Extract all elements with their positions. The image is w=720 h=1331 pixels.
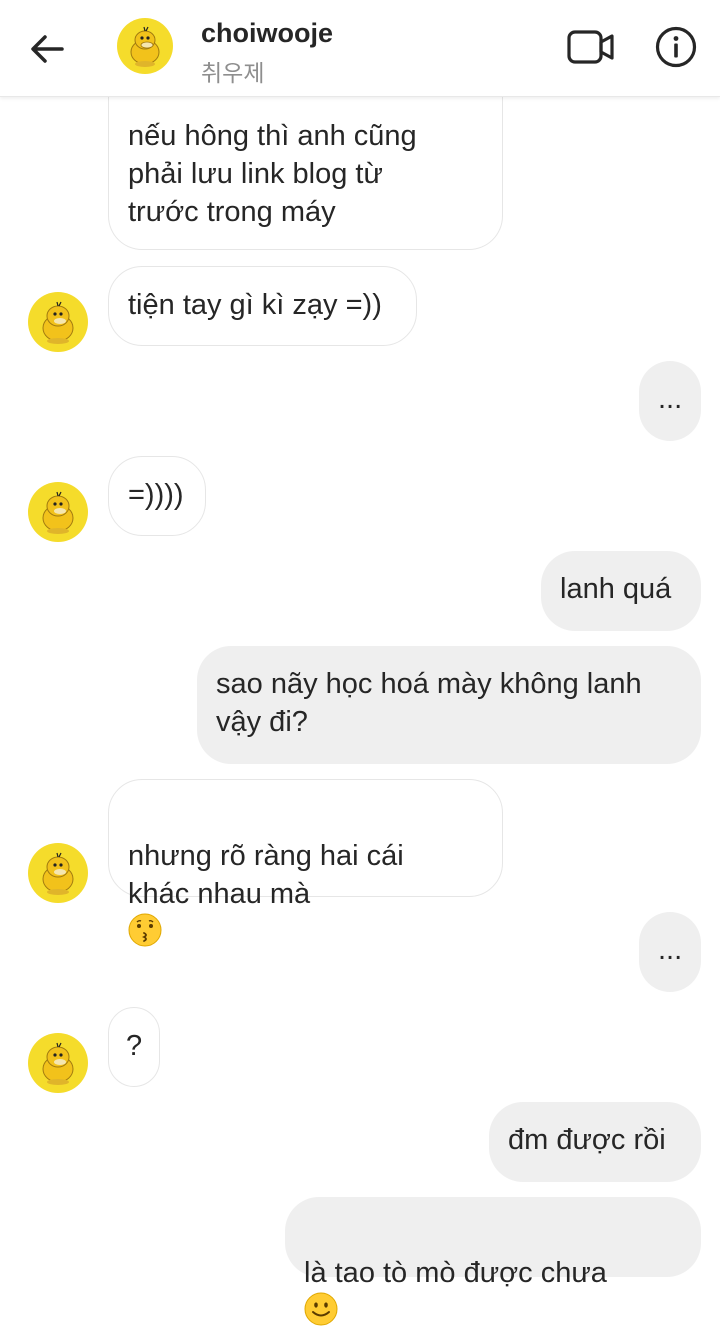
sender-avatar (28, 843, 88, 903)
message-bubble-sent[interactable]: đm được rồi (489, 1102, 701, 1182)
message-bubble-received[interactable]: nhưng rõ ràng hai cái khác nhau mà (108, 779, 503, 947)
video-camera-icon[interactable] (566, 28, 616, 68)
psyduck-avatar-image (130, 26, 160, 67)
contact-avatar[interactable] (117, 18, 173, 74)
message-bubble-sent[interactable]: là tao tò mò được chưa (285, 1197, 701, 1326)
message-text: nhưng rõ ràng hai cái khác nhau mà (128, 840, 404, 910)
info-icon[interactable] (654, 25, 698, 69)
back-arrow-icon[interactable] (28, 30, 66, 68)
sender-avatar (28, 1033, 88, 1093)
message-bubble-received[interactable]: nếu hông thì anh cũng phải lưu link blog… (108, 96, 503, 250)
message-bubble-sent[interactable]: ... (639, 361, 701, 441)
sender-avatar (28, 482, 88, 542)
chat-header: choiwooje 취우제 (0, 0, 720, 97)
contact-username[interactable]: choiwooje (201, 18, 333, 49)
slightly-smiling-face-emoji-icon (304, 1292, 338, 1326)
message-bubble-sent[interactable]: sao nãy học hoá mày không lanh vậy đi? (197, 646, 701, 764)
message-bubble-received[interactable]: =)))) (108, 456, 206, 536)
message-bubble-received[interactable]: tiện tay gì kì zạy =)) (108, 266, 417, 346)
message-bubble-received[interactable]: ? (108, 1007, 160, 1087)
message-bubble-sent[interactable]: ... (639, 912, 701, 992)
message-bubble-sent[interactable]: lanh quá (541, 551, 701, 631)
message-text: là tao tò mò được chưa (304, 1257, 607, 1289)
kissing-face-emoji-icon (128, 913, 162, 947)
contact-display-name: 취우제 (201, 60, 265, 86)
sender-avatar (28, 292, 88, 352)
